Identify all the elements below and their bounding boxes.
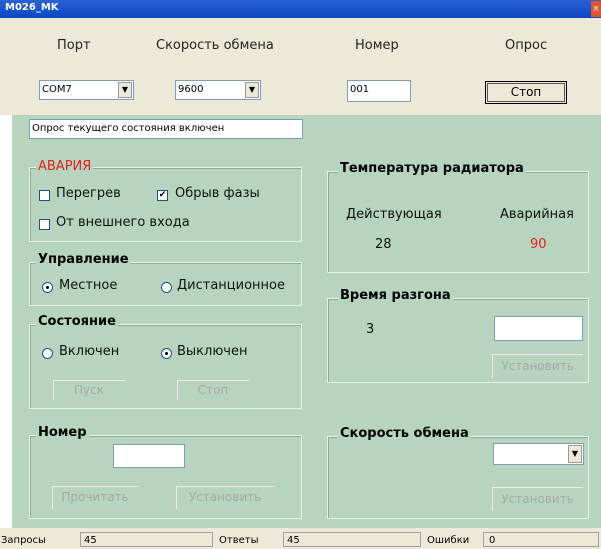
number-group-title: Номер bbox=[36, 425, 89, 440]
close-icon[interactable]: × bbox=[591, 1, 601, 17]
port-label: Порт bbox=[57, 38, 91, 53]
port-select-value: COM7 bbox=[42, 84, 72, 95]
requests-label: Запросы bbox=[1, 535, 46, 546]
radio-selected-dot bbox=[46, 286, 49, 289]
chevron-down-icon[interactable]: ▼ bbox=[118, 82, 132, 98]
on-radio[interactable] bbox=[42, 348, 53, 359]
alarm-group bbox=[29, 167, 302, 242]
check-icon: ✔ bbox=[158, 190, 167, 200]
requests-value: 45 bbox=[84, 535, 97, 546]
current-temp-label: Действующая bbox=[346, 207, 442, 222]
chevron-down-icon[interactable]: ▼ bbox=[568, 445, 582, 463]
chevron-down-icon[interactable]: ▼ bbox=[245, 82, 259, 98]
poll-stop-button[interactable]: Стоп bbox=[485, 81, 567, 104]
remote-radio[interactable] bbox=[161, 282, 172, 293]
external-input-label: От внешнего входа bbox=[56, 215, 190, 230]
requests-cell bbox=[80, 532, 213, 547]
start-button[interactable]: Пуск bbox=[52, 379, 126, 401]
external-input-checkbox[interactable] bbox=[39, 219, 50, 230]
read-button[interactable]: Прочитать bbox=[51, 485, 139, 510]
number-label: Номер bbox=[355, 38, 399, 53]
responses-value: 45 bbox=[287, 535, 300, 546]
current-temp-value: 28 bbox=[375, 237, 392, 252]
phase-break-checkbox[interactable]: ✔ bbox=[157, 190, 168, 201]
alarm-temp-value: 90 bbox=[530, 237, 547, 252]
errors-label: Ошибки bbox=[427, 535, 470, 546]
number-set-button[interactable]: Установить bbox=[175, 485, 275, 510]
accel-value: 3 bbox=[366, 322, 375, 337]
alarm-title: АВАРИЯ bbox=[36, 159, 94, 174]
speed-label: Скорость обмена bbox=[156, 38, 274, 53]
exchange-speed-title: Скорость обмена bbox=[338, 426, 471, 441]
accel-input[interactable] bbox=[494, 316, 583, 341]
on-label: Включен bbox=[59, 344, 120, 359]
poll-label: Опрос bbox=[505, 38, 548, 53]
off-radio[interactable] bbox=[161, 348, 172, 359]
responses-label: Ответы bbox=[219, 535, 259, 546]
control-title: Управление bbox=[36, 252, 131, 267]
number-input[interactable]: 001 bbox=[347, 80, 411, 102]
speed-select-value: 9600 bbox=[178, 84, 204, 95]
errors-cell bbox=[483, 532, 599, 547]
accel-set-button[interactable]: Установить bbox=[491, 353, 584, 379]
state-title: Состояние bbox=[36, 314, 118, 329]
title-bar[interactable]: M026_MK × bbox=[0, 0, 601, 18]
radio-selected-dot bbox=[165, 352, 168, 355]
exchange-speed-set-button[interactable]: Установить bbox=[491, 486, 584, 512]
alarm-temp-label: Аварийная bbox=[500, 207, 574, 222]
accel-title: Время разгона bbox=[338, 288, 453, 303]
speed-select[interactable]: 9600 ▼ bbox=[175, 80, 261, 100]
app-window: M026_MK × Порт COM7 ▼ Скорость обмена 96… bbox=[0, 0, 601, 549]
connection-toolbar: Порт COM7 ▼ Скорость обмена 9600 ▼ Номер… bbox=[0, 18, 601, 115]
off-label: Выключен bbox=[177, 344, 248, 359]
number-group-input[interactable] bbox=[113, 444, 185, 468]
radiator-title: Температура радиатора bbox=[338, 161, 526, 176]
remote-label: Дистанционное bbox=[177, 278, 285, 293]
port-select[interactable]: COM7 ▼ bbox=[39, 80, 134, 100]
radiator-group bbox=[327, 171, 589, 273]
overheat-label: Перегрев bbox=[56, 186, 121, 201]
exchange-speed-select[interactable]: ▼ bbox=[493, 443, 584, 465]
responses-cell bbox=[283, 532, 421, 547]
phase-break-label: Обрыв фазы bbox=[175, 186, 260, 201]
local-radio[interactable] bbox=[42, 282, 53, 293]
errors-value: 0 bbox=[489, 535, 496, 546]
stop-button[interactable]: Стоп bbox=[176, 379, 250, 401]
local-label: Местное bbox=[59, 278, 118, 293]
overheat-checkbox[interactable] bbox=[39, 190, 50, 201]
window-title: M026_MK bbox=[5, 2, 59, 13]
status-message-field: Опрос текущего состояния включен bbox=[29, 119, 303, 139]
